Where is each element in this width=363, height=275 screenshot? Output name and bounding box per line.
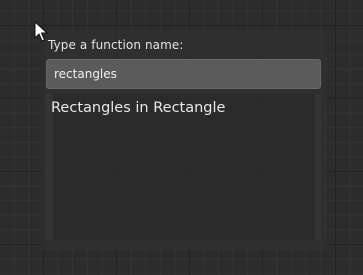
results-scrollbar[interactable] — [315, 94, 321, 240]
function-prompt-label: Type a function name: — [48, 38, 184, 52]
search-input-value: rectangles — [54, 67, 117, 81]
function-search-input[interactable]: rectangles — [46, 59, 321, 89]
mouse-pointer-icon — [34, 21, 48, 47]
result-item-rectangles-in-rectangle[interactable]: Rectangles in Rectangle — [51, 100, 311, 116]
